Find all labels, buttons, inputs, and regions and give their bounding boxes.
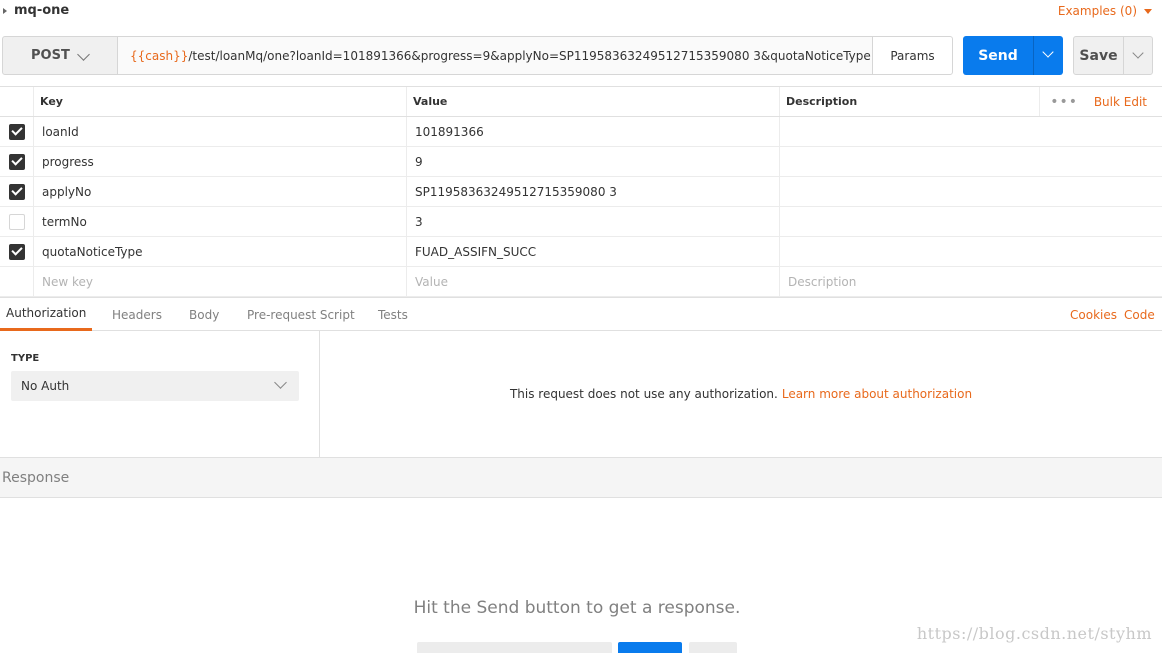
new-value-input[interactable]: Value <box>406 267 779 296</box>
response-label: Response <box>2 469 70 486</box>
row-checkbox-cell[interactable] <box>0 147 33 176</box>
table-row: progress 9 <box>0 147 1162 177</box>
tab-headers[interactable]: Headers <box>112 298 162 331</box>
examples-label: Examples (0) <box>1057 4 1137 18</box>
table-row: quotaNoticeType FUAD_ASSIFN_SUCC <box>0 237 1162 267</box>
header-value: Value <box>406 87 779 116</box>
header-check-cell <box>0 87 33 116</box>
new-description-input[interactable]: Description <box>779 267 1162 296</box>
tab-pre-request-script[interactable]: Pre-request Script <box>247 298 355 331</box>
checkbox-checked[interactable] <box>8 183 25 200</box>
tab-tests[interactable]: Tests <box>378 298 408 331</box>
params-table-header: Key Value Description ••• Bulk Edit <box>0 86 1162 117</box>
new-key-input[interactable]: New key <box>33 267 406 296</box>
param-description[interactable] <box>779 237 1162 266</box>
save-button[interactable]: Save <box>1073 36 1124 75</box>
param-key[interactable]: termNo <box>33 207 406 236</box>
url-input[interactable]: {{cash}}/test/loanMq/one?loanId=10189136… <box>117 36 873 75</box>
row-checkbox-cell[interactable] <box>0 117 33 146</box>
code-link[interactable]: Code <box>1124 298 1155 331</box>
checkbox-checked[interactable] <box>8 243 25 260</box>
save-options-button[interactable] <box>1123 36 1153 75</box>
checkbox-checked[interactable] <box>8 153 25 170</box>
param-key[interactable]: quotaNoticeType <box>33 237 406 266</box>
param-value[interactable]: 9 <box>406 147 779 176</box>
request-header: mq-one Examples (0) <box>0 0 1162 24</box>
params-button[interactable]: Params <box>872 36 953 75</box>
param-key[interactable]: progress <box>33 147 406 176</box>
chevron-down-icon <box>77 48 90 61</box>
auth-message-text: This request does not use any authorizat… <box>509 387 778 401</box>
param-value[interactable]: 101891366 <box>406 117 779 146</box>
response-empty-message: Hit the Send button to get a response. <box>413 598 741 618</box>
learn-more-auth-link[interactable]: Learn more about authorization <box>782 387 972 401</box>
param-description[interactable] <box>779 207 1162 236</box>
auth-type-panel: TYPE No Auth <box>0 331 320 457</box>
request-title-toggle[interactable]: mq-one <box>3 3 69 18</box>
request-tabs: Authorization Headers Body Pre-request S… <box>0 297 1162 331</box>
params-table: Key Value Description ••• Bulk Edit loan… <box>0 86 1162 297</box>
chevron-down-icon <box>1132 47 1144 59</box>
more-options-icon[interactable]: ••• <box>1039 87 1078 116</box>
tab-body[interactable]: Body <box>189 298 219 331</box>
response-send-placeholder[interactable] <box>618 642 682 653</box>
chevron-down-icon <box>1042 46 1054 58</box>
param-value[interactable]: FUAD_ASSIFN_SUCC <box>406 237 779 266</box>
auth-type-label: TYPE <box>11 353 40 364</box>
method-select[interactable]: POST <box>2 36 118 75</box>
cookies-link[interactable]: Cookies <box>1070 298 1117 331</box>
table-row: termNo 3 <box>0 207 1162 237</box>
table-row: applyNo SP11958363249512715359080 3 <box>0 177 1162 207</box>
row-checkbox-cell[interactable] <box>0 177 33 206</box>
auth-type-select[interactable]: No Auth <box>11 371 299 401</box>
send-button[interactable]: Send <box>963 36 1033 75</box>
param-key[interactable]: loanId <box>33 117 406 146</box>
auth-type-value: No Auth <box>21 379 70 393</box>
chevron-down-icon <box>274 376 287 389</box>
row-checkbox-cell[interactable] <box>0 207 33 236</box>
response-header: Response <box>0 457 1162 498</box>
param-description[interactable] <box>779 147 1162 176</box>
checkbox-checked[interactable] <box>8 123 25 140</box>
auth-message: This request does not use any authorizat… <box>320 331 1162 457</box>
watermark: https://blog.csdn.net/styhm <box>916 624 1152 643</box>
caret-right-icon <box>3 7 7 14</box>
param-description[interactable] <box>779 177 1162 206</box>
caret-down-icon <box>1144 8 1152 14</box>
response-action-placeholder[interactable] <box>417 642 612 653</box>
bulk-edit-link[interactable]: Bulk Edit <box>1094 87 1147 116</box>
new-param-row: New key Value Description <box>0 267 1162 297</box>
method-label: POST <box>31 48 70 63</box>
header-key: Key <box>33 87 406 116</box>
response-extra-placeholder[interactable] <box>689 642 737 653</box>
param-key[interactable]: applyNo <box>33 177 406 206</box>
send-options-button[interactable] <box>1033 36 1063 75</box>
tab-authorization[interactable]: Authorization <box>0 298 93 331</box>
url-variable: {{cash}} <box>130 48 189 63</box>
checkbox-unchecked[interactable] <box>8 213 25 230</box>
param-description[interactable] <box>779 117 1162 146</box>
param-value[interactable]: SP11958363249512715359080 3 <box>406 177 779 206</box>
param-value[interactable]: 3 <box>406 207 779 236</box>
url-path: /test/loanMq/one?loanId=101891366&progre… <box>188 48 873 63</box>
row-checkbox-cell <box>0 267 33 296</box>
request-title: mq-one <box>14 3 70 18</box>
row-checkbox-cell[interactable] <box>0 237 33 266</box>
table-row: loanId 101891366 <box>0 117 1162 147</box>
examples-dropdown[interactable]: Examples (0) <box>1058 4 1152 18</box>
